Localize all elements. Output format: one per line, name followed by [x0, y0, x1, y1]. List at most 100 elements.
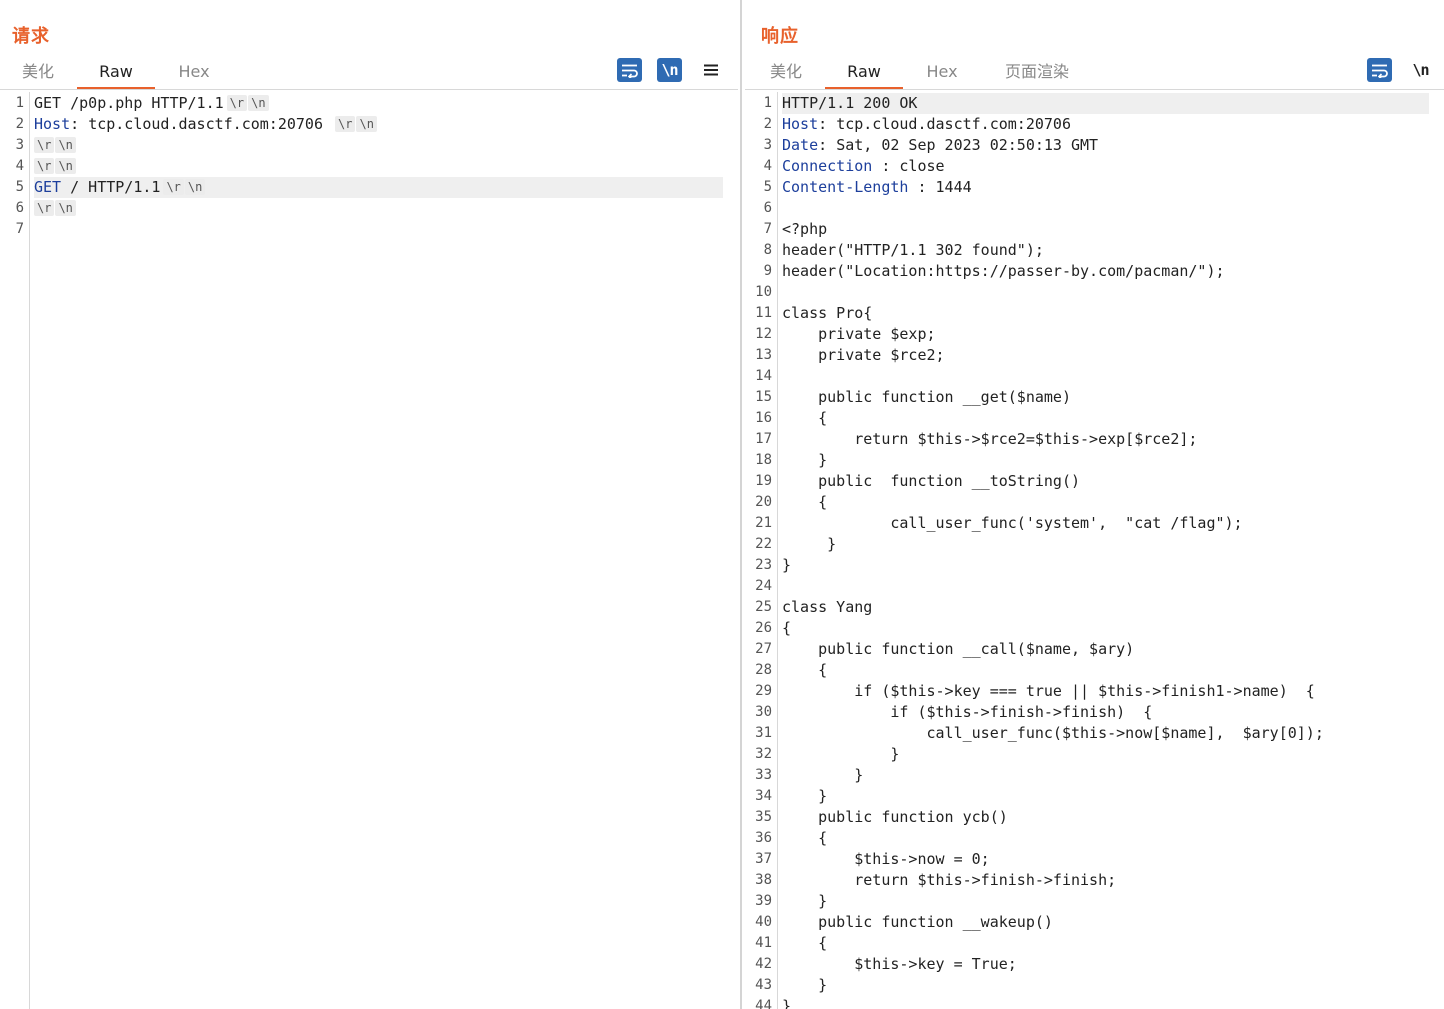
request-newline-button[interactable]: \n [657, 58, 682, 82]
tab-raw[interactable]: Raw [77, 56, 155, 90]
header-separator [61, 178, 70, 196]
line-text: { [782, 409, 828, 427]
code-line[interactable]: 3 \r \n [0, 135, 738, 156]
code-line[interactable]: 26 { [745, 618, 1444, 639]
header-name: Content-Length [782, 178, 909, 196]
line-text: { [782, 934, 828, 952]
line-content: HTTP/1.1 200 OK [782, 93, 1429, 114]
tab-divider [745, 89, 1444, 90]
code-line[interactable]: 37 $this->now = 0; [745, 849, 1444, 870]
line-number: 5 [763, 179, 772, 195]
line-number: 8 [763, 242, 772, 258]
code-line[interactable]: 4 Connection : close [745, 156, 1444, 177]
line-content: public function __get($name) [782, 387, 1444, 408]
code-line[interactable]: 1 GET /p0p.php HTTP/1.1 \r \n [0, 93, 738, 114]
code-line[interactable]: 1 HTTP/1.1 200 OK [745, 93, 1444, 114]
code-line[interactable]: 2 Host: tcp.cloud.dasctf.com:20706 [745, 114, 1444, 135]
code-line[interactable]: 27 public function __call($name, $ary) [745, 639, 1444, 660]
header-name: Host [34, 115, 71, 133]
code-line[interactable]: 11 class Pro{ [745, 303, 1444, 324]
line-number: 36 [755, 830, 772, 846]
code-line[interactable]: 40 public function __wakeup() [745, 912, 1444, 933]
tab-hex[interactable]: Hex [155, 56, 233, 90]
request-wrap-button[interactable] [617, 58, 642, 82]
code-line[interactable]: 39 } [745, 891, 1444, 912]
code-line[interactable]: 5 GET / HTTP/1.1 \r \n [0, 177, 738, 198]
line-content: if ($this->finish->finish) { [782, 702, 1444, 723]
response-newline-button[interactable]: \n [1408, 58, 1433, 82]
line-text: { [782, 619, 792, 637]
code-line[interactable]: 22 } [745, 534, 1444, 555]
line-content: \r \n [34, 135, 738, 156]
code-line[interactable]: 34 } [745, 786, 1444, 807]
line-text: close [899, 157, 945, 175]
code-line[interactable]: 14 [745, 366, 1444, 387]
code-line[interactable]: 8 header("HTTP/1.1 302 found"); [745, 240, 1444, 261]
code-line[interactable]: 38 return $this->finish->finish; [745, 870, 1444, 891]
code-line[interactable]: 18 } [745, 450, 1444, 471]
code-line[interactable]: 20 { [745, 492, 1444, 513]
line-text: tcp.cloud.dasctf.com:20706 [88, 115, 333, 133]
code-line[interactable]: 41 { [745, 933, 1444, 954]
pane-splitter[interactable] [738, 0, 745, 1009]
code-line[interactable]: 5 Content-Length : 1444 [745, 177, 1444, 198]
code-line[interactable]: 31 call_user_func($this->now[$name], $ar… [745, 723, 1444, 744]
request-menu-button[interactable] [698, 58, 723, 82]
code-line[interactable]: 30 if ($this->finish->finish) { [745, 702, 1444, 723]
code-line[interactable]: 32 } [745, 744, 1444, 765]
tab-pretty[interactable]: 美化 [748, 56, 824, 90]
code-line[interactable]: 25 class Yang [745, 597, 1444, 618]
code-line[interactable]: 33 } [745, 765, 1444, 786]
line-content: Host: tcp.cloud.dasctf.com:20706 [782, 114, 1444, 135]
line-text: header("HTTP/1.1 302 found"); [782, 241, 1044, 259]
code-line[interactable]: 43 } [745, 975, 1444, 996]
code-line[interactable]: 7 <?php [745, 219, 1444, 240]
code-line[interactable]: 35 public function ycb() [745, 807, 1444, 828]
line-content: GET /p0p.php HTTP/1.1 \r \n [34, 93, 738, 114]
code-line[interactable]: 9 header("Location:https://passer-by.com/… [745, 261, 1444, 282]
line-text: public function __wakeup() [782, 913, 1053, 931]
code-line[interactable]: 29 if ($this->key === true || $this->fin… [745, 681, 1444, 702]
code-line[interactable]: 28 { [745, 660, 1444, 681]
line-text: header("Location:https://passer-by.com/p… [782, 262, 1225, 280]
code-line[interactable]: 13 private $rce2; [745, 345, 1444, 366]
code-line[interactable]: 6 [745, 198, 1444, 219]
response-wrap-button[interactable] [1367, 58, 1392, 82]
carriage-return-marker: \r [34, 200, 55, 216]
code-line[interactable]: 4 \r \n [0, 156, 738, 177]
line-content: } [782, 555, 1444, 576]
tab-pretty[interactable]: 美化 [0, 56, 76, 90]
code-line[interactable]: 2 Host: tcp.cloud.dasctf.com:20706 \r \n [0, 114, 738, 135]
header-name: Host [782, 115, 819, 133]
line-number: 9 [763, 263, 772, 279]
code-line[interactable]: 17 return $this->$rce2=$this->exp[$rce2]… [745, 429, 1444, 450]
code-line[interactable]: 12 private $exp; [745, 324, 1444, 345]
response-editor[interactable]: 1 HTTP/1.1 200 OK 2 Host: tcp.cloud.dasctf.… [745, 92, 1444, 1009]
tab-raw[interactable]: Raw [825, 56, 903, 90]
code-line[interactable]: 6 \r \n [0, 198, 738, 219]
line-text: { [782, 661, 828, 679]
request-editor[interactable]: 1 GET /p0p.php HTTP/1.1 \r \n 2 Host: tcp.clo… [0, 92, 738, 1009]
line-text: public function __get($name) [782, 388, 1071, 406]
code-line[interactable]: 3 Date: Sat, 02 Sep 2023 02:50:13 GMT [745, 135, 1444, 156]
line-number: 43 [755, 977, 772, 993]
code-line[interactable]: 7 [0, 219, 738, 240]
code-line[interactable]: 36 { [745, 828, 1444, 849]
line-number: 21 [755, 515, 772, 531]
tab-hex[interactable]: Hex [903, 56, 981, 90]
code-line[interactable]: 19 public function __toString() [745, 471, 1444, 492]
line-text: } [782, 535, 837, 553]
line-text: { [782, 493, 828, 511]
code-line[interactable]: 21 call_user_func('system', "cat /flag")… [745, 513, 1444, 534]
line-number: 3 [15, 137, 24, 153]
code-line[interactable]: 23} [745, 555, 1444, 576]
line-content: header("Location:https://passer-by.com/p… [782, 261, 1444, 282]
code-line[interactable]: 15 public function __get($name) [745, 387, 1444, 408]
code-line[interactable]: 10 [745, 282, 1444, 303]
tab-render[interactable]: 页面渲染 [981, 56, 1093, 90]
code-line[interactable]: 16 { [745, 408, 1444, 429]
line-text: } [782, 976, 828, 994]
code-line[interactable]: 44} [745, 996, 1444, 1009]
code-line[interactable]: 24 [745, 576, 1444, 597]
code-line[interactable]: 42 $this->key = True; [745, 954, 1444, 975]
